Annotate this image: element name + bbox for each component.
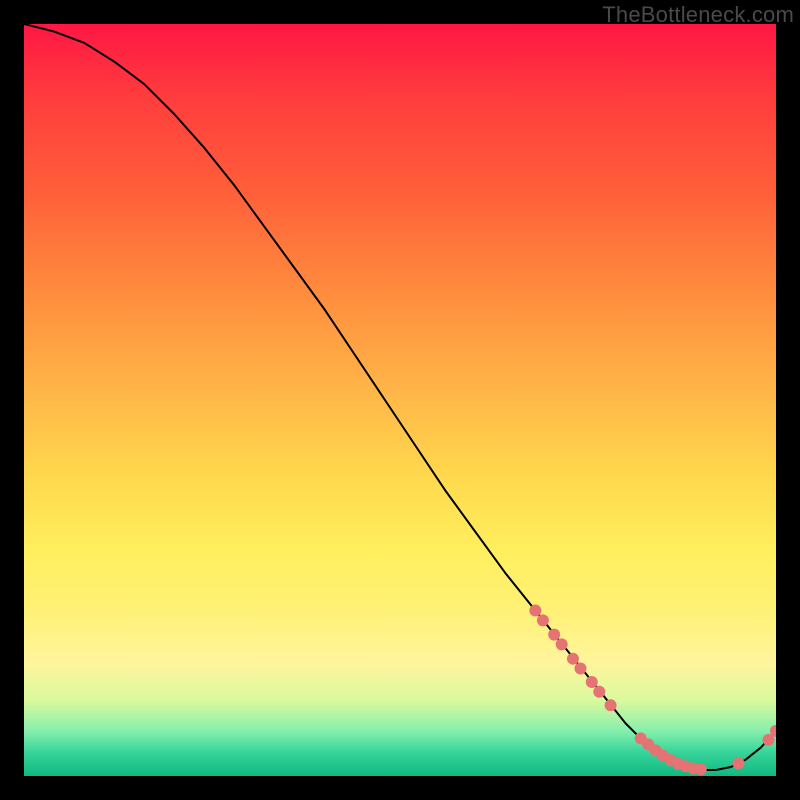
chart-stage: TheBottleneck.com [0, 0, 800, 800]
data-point [732, 757, 744, 769]
data-point [586, 676, 598, 688]
data-point [574, 662, 586, 674]
data-point [548, 629, 560, 641]
data-point [567, 653, 579, 665]
bottleneck-curve [24, 24, 776, 770]
curve-layer [24, 24, 776, 770]
chart-overlay [24, 24, 776, 776]
data-point [556, 638, 568, 650]
data-point [537, 614, 549, 626]
data-point [605, 699, 617, 711]
marker-layer [529, 605, 776, 776]
data-point [529, 605, 541, 617]
data-point [695, 763, 707, 775]
data-point [593, 686, 605, 698]
watermark-text: TheBottleneck.com [602, 2, 794, 28]
